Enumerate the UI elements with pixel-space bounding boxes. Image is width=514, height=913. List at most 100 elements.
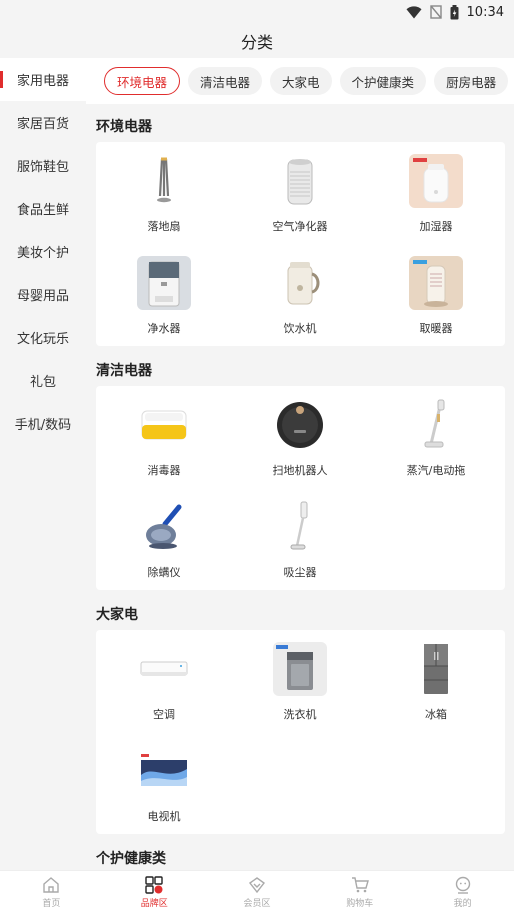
page-header: 分类 [0, 24, 514, 58]
grid-item[interactable]: 电视机 [96, 732, 232, 832]
tab-label: 首页 [42, 898, 61, 909]
grid-item[interactable]: 洗衣机 [232, 630, 368, 730]
page-title: 分类 [240, 33, 273, 52]
sidebar-item-label: 家用电器 [16, 74, 69, 89]
cart-icon [351, 876, 369, 892]
wifi-icon [406, 5, 422, 19]
air-purifier-icon [273, 154, 327, 208]
tab-profile[interactable]: 我的 [411, 871, 514, 913]
sidebar-item-label: 母婴用品 [16, 289, 69, 304]
section-title: 清洁电器 [96, 363, 152, 379]
washing-machine-icon [273, 642, 327, 696]
section-title: 个护健康类 [96, 851, 166, 867]
sidebar-item-gift[interactable]: 礼包 [0, 359, 86, 402]
item-label: 电视机 [147, 810, 181, 823]
sidebar-item-beauty[interactable]: 美妆个护 [0, 230, 86, 273]
grid-item[interactable]: 空调 [96, 630, 232, 730]
sidebar-item-food[interactable]: 食品生鲜 [0, 187, 86, 230]
grid-item[interactable]: 扫地机器人 [232, 386, 368, 486]
item-label: 扫地机器人 [272, 464, 328, 477]
floor-fan-icon [137, 154, 191, 208]
grid-item[interactable]: 取暖器 [368, 244, 504, 344]
status-time: 10:34 [466, 4, 504, 20]
item-label: 空调 [153, 708, 175, 721]
sidebar-item-digital[interactable]: 手机/数码 [0, 402, 86, 445]
heater-icon [409, 256, 463, 310]
tab-brand[interactable]: 品牌区 [103, 871, 206, 913]
item-label: 冰箱 [425, 708, 447, 721]
item-label: 取暖器 [419, 322, 453, 335]
sidebar-item-household[interactable]: 家居百货 [0, 101, 86, 144]
grid-item[interactable]: 蒸汽/电动拖 [368, 386, 504, 486]
item-label: 消毒器 [147, 464, 181, 477]
subcategory-tabs: 环境电器 清洁电器 大家电 个护健康类 厨房电器 [86, 58, 514, 104]
category-sidebar: 家用电器 家居百货 服饰鞋包 食品生鲜 美妆个护 母婴用品 文化玩乐 礼包 手机… [0, 58, 86, 870]
sterilizer-icon [137, 398, 191, 452]
tab-personal-care[interactable]: 个护健康类 [339, 67, 427, 95]
tab-member[interactable]: 会员区 [206, 871, 309, 913]
item-label: 落地扇 [147, 220, 181, 233]
sidebar-item-apparel[interactable]: 服饰鞋包 [0, 144, 86, 187]
humidifier-icon [409, 154, 463, 208]
water-dispenser-icon [273, 256, 327, 310]
item-label: 洗衣机 [283, 708, 317, 721]
tab-label: 品牌区 [140, 898, 168, 909]
category-content[interactable]: 环境电器 清洁电器 大家电 个护健康类 厨房电器 环境电器 落地扇 空气净化器 … [86, 58, 514, 870]
profile-icon [455, 876, 470, 894]
item-label: 除螨仪 [147, 566, 181, 579]
sidebar-item-label: 家居百货 [16, 117, 69, 132]
grid-item[interactable]: 吸尘器 [232, 488, 368, 588]
item-label: 蒸汽/电动拖 [406, 464, 466, 477]
tab-home[interactable]: 首页 [0, 871, 103, 913]
section-card: 落地扇 空气净化器 加湿器 净水器 饮水机 取暖器 [96, 142, 505, 346]
section-title: 环境电器 [96, 119, 152, 135]
battery-icon [450, 4, 459, 20]
home-icon [43, 876, 60, 893]
section-title: 大家电 [96, 607, 138, 623]
tab-kitchen[interactable]: 厨房电器 [434, 67, 509, 95]
sidebar-item-baby[interactable]: 母婴用品 [0, 273, 86, 316]
item-label: 净水器 [147, 322, 181, 335]
sidebar-item-label: 礼包 [29, 375, 56, 390]
sidebar-item-label: 文化玩乐 [16, 332, 69, 347]
tab-label: 我的 [453, 898, 472, 909]
grid-item[interactable]: 加湿器 [368, 142, 504, 242]
status-bar: 10:34 [0, 0, 514, 24]
sidebar-item-label: 美妆个护 [16, 246, 69, 261]
sidebar-item-culture[interactable]: 文化玩乐 [0, 316, 86, 359]
water-purifier-icon [137, 256, 191, 310]
tab-cleaning[interactable]: 清洁电器 [188, 67, 263, 95]
grid-item[interactable]: 空气净化器 [232, 142, 368, 242]
sidebar-item-label: 食品生鲜 [16, 203, 69, 218]
member-icon [248, 876, 265, 893]
tab-label: 购物车 [346, 898, 374, 909]
sidebar-item-label: 手机/数码 [14, 418, 72, 433]
sidebar-item-home-appliances[interactable]: 家用电器 [0, 58, 86, 101]
grid-item[interactable]: 饮水机 [232, 244, 368, 344]
section-card: 消毒器 扫地机器人 蒸汽/电动拖 除螨仪 吸尘器 [96, 386, 505, 590]
mite-remover-icon [137, 500, 191, 554]
item-label: 加湿器 [419, 220, 453, 233]
refrigerator-icon [409, 642, 463, 696]
grid-item[interactable]: 除螨仪 [96, 488, 232, 588]
grid-item[interactable]: 落地扇 [96, 142, 232, 242]
air-conditioner-icon [137, 642, 191, 696]
signal-icon [429, 5, 442, 19]
bottom-tab-bar: 首页 品牌区 会员区 购物车 我的 [0, 870, 514, 913]
item-label: 吸尘器 [283, 566, 317, 579]
item-label: 饮水机 [283, 322, 317, 335]
vacuum-cleaner-icon [273, 500, 327, 554]
tab-major-appliances[interactable]: 大家电 [270, 67, 332, 95]
tab-environment[interactable]: 环境电器 [104, 67, 181, 95]
grid-item[interactable]: 净水器 [96, 244, 232, 344]
grid-item[interactable]: 消毒器 [96, 386, 232, 486]
item-label: 空气净化器 [272, 220, 328, 233]
robot-vacuum-icon [273, 398, 327, 452]
sidebar-item-label: 服饰鞋包 [16, 160, 69, 175]
television-icon [137, 744, 191, 798]
tab-cart[interactable]: 购物车 [308, 871, 411, 913]
brand-grid-icon [145, 875, 163, 894]
grid-item[interactable]: 冰箱 [368, 630, 504, 730]
steam-mop-icon [409, 398, 463, 452]
section-card: 空调 洗衣机 冰箱 电视机 [96, 630, 505, 834]
